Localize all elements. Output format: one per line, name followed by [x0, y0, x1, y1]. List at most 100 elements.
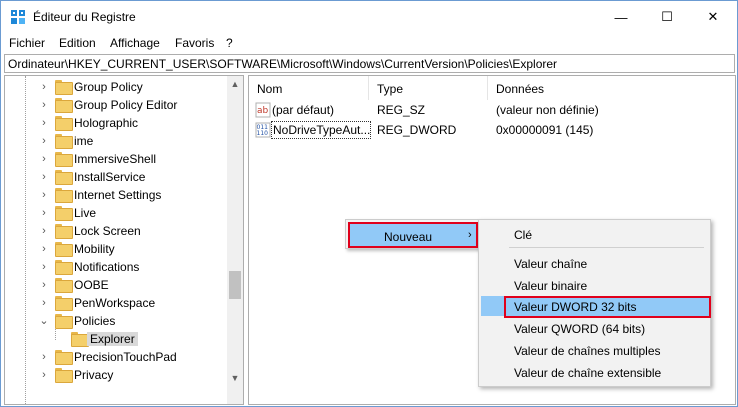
menu-separator [509, 247, 704, 248]
chevron-right-icon[interactable]: › [39, 297, 49, 309]
tree-item-label: ime [74, 134, 94, 148]
new-submenu: Clé Valeur chaîne Valeur binaire Valeur … [478, 219, 711, 387]
tree-item[interactable]: › OOBE [5, 276, 227, 294]
chevron-right-icon[interactable]: › [39, 189, 49, 201]
tree-item[interactable]: › Live [5, 204, 227, 222]
menu-edition[interactable]: Edition [59, 36, 96, 50]
menu-favoris[interactable]: Favoris [175, 36, 214, 50]
string-value-icon: ab [255, 102, 271, 118]
folder-icon [55, 134, 73, 149]
tree-item[interactable]: › Group Policy Editor [5, 96, 227, 114]
tree-item[interactable]: › InstallService [5, 168, 227, 186]
chevron-right-icon[interactable]: › [39, 171, 49, 183]
folder-icon [55, 278, 73, 293]
column-header-data[interactable]: Données [488, 76, 735, 100]
tree-item[interactable]: › Holographic [5, 114, 227, 132]
context-menu-new[interactable]: Nouveau › [348, 222, 478, 248]
key-tree[interactable]: › Group Policy › Group Policy Editor › Hologr… [4, 75, 244, 405]
maximize-icon: ☐ [661, 9, 673, 24]
menu-bar: Fichier Edition Affichage Favoris ? [1, 33, 737, 53]
tree-item[interactable]: › Mobility [5, 240, 227, 258]
tree-item-label: Policies [74, 314, 116, 328]
address-bar[interactable]: Ordinateur\HKEY_CURRENT_USER\SOFTWARE\Mi… [4, 54, 735, 73]
folder-icon [55, 206, 73, 221]
chevron-right-icon[interactable]: › [39, 279, 49, 291]
minimize-icon: — [614, 9, 628, 25]
column-header-name[interactable]: Nom [249, 76, 369, 100]
menu-help[interactable]: ? [226, 36, 233, 50]
chevron-right-icon[interactable]: › [39, 225, 49, 237]
chevron-right-icon[interactable]: › [39, 243, 49, 255]
tree-item[interactable]: › Internet Settings [5, 186, 227, 204]
tree-item[interactable]: › ImmersiveShell [5, 150, 227, 168]
submenu-item-expandable-string-value[interactable]: Valeur de chaîne extensible [481, 362, 710, 382]
context-menu-new-label: Nouveau [384, 230, 433, 244]
close-button[interactable]: ✕ [690, 1, 736, 33]
submenu-item-label: Valeur de chaînes multiples [514, 344, 661, 358]
submenu-item-dword-value[interactable]: Valeur DWORD 32 bits [481, 296, 711, 318]
tree-item[interactable]: › Lock Screen [5, 222, 227, 240]
folder-icon [55, 80, 73, 95]
folder-icon [55, 296, 73, 311]
tree-item-label: InstallService [74, 170, 146, 184]
folder-icon [55, 368, 73, 383]
folder-icon [55, 314, 73, 329]
chevron-right-icon[interactable]: › [39, 117, 49, 129]
maximize-button[interactable]: ☐ [644, 1, 690, 33]
minimize-button[interactable]: — [598, 1, 644, 33]
scroll-down-icon[interactable]: ▼ [227, 370, 243, 386]
registry-editor-window: Éditeur du Registre — ☐ ✕ Fichier Editio… [0, 0, 738, 407]
chevron-down-icon[interactable]: ⌄ [39, 315, 49, 327]
submenu-item-label: Valeur binaire [514, 279, 588, 293]
value-data: 0x00000091 (145) [496, 123, 594, 137]
folder-icon [55, 98, 73, 113]
tree-item-label: Group Policy Editor [74, 98, 178, 112]
registry-editor-icon [11, 10, 25, 24]
tree-item-label: Privacy [74, 368, 114, 382]
tree-item[interactable]: › PrecisionTouchPad [5, 348, 227, 366]
column-header-data-label: Données [496, 82, 545, 96]
chevron-right-icon[interactable]: › [39, 207, 49, 219]
submenu-item-string-value[interactable]: Valeur chaîne [481, 253, 710, 273]
menu-fichier[interactable]: Fichier [9, 36, 45, 50]
tree-item-label: Lock Screen [74, 224, 141, 238]
value-name: (par défaut) [272, 103, 335, 117]
submenu-item-binary-value[interactable]: Valeur binaire [481, 275, 710, 295]
chevron-right-icon[interactable]: › [39, 81, 49, 93]
tree-item-label: Live [74, 206, 97, 220]
tree-item-label: ImmersiveShell [74, 152, 157, 166]
submenu-item-label: Valeur de chaîne extensible [514, 366, 662, 380]
tree-item-label: PenWorkspace [74, 296, 156, 310]
tree-item[interactable]: › Notifications [5, 258, 227, 276]
menu-affichage[interactable]: Affichage [110, 36, 160, 50]
column-header-type[interactable]: Type [369, 76, 488, 100]
chevron-right-icon[interactable]: › [39, 261, 49, 273]
chevron-right-icon[interactable]: › [39, 369, 49, 381]
value-row[interactable]: 011 110 NoDriveTypeAut... REG_DWORD 0x00… [249, 121, 735, 139]
submenu-item-qword-value[interactable]: Valeur QWORD (64 bits) [481, 318, 710, 338]
submenu-item-multi-string-value[interactable]: Valeur de chaînes multiples [481, 340, 710, 360]
tree-item[interactable]: ⌄ Policies [5, 312, 227, 330]
tree-item[interactable]: › PenWorkspace [5, 294, 227, 312]
submenu-item-key[interactable]: Clé [481, 224, 710, 244]
tree-scrollbar[interactable]: ▲ ▼ [227, 76, 243, 404]
tree-item[interactable]: Explorer [5, 330, 227, 348]
scroll-up-icon[interactable]: ▲ [227, 76, 243, 92]
tree-item[interactable]: › Privacy [5, 366, 227, 384]
chevron-right-icon[interactable]: › [39, 135, 49, 147]
address-path: Ordinateur\HKEY_CURRENT_USER\SOFTWARE\Mi… [8, 57, 558, 71]
tree-item[interactable]: › ime [5, 132, 227, 150]
svg-text:110: 110 [257, 130, 269, 137]
tree-item-label: Explorer [87, 332, 138, 346]
chevron-right-icon[interactable]: › [39, 153, 49, 165]
tree-scroll-thumb[interactable] [229, 271, 241, 299]
tree-item[interactable]: › Group Policy [5, 78, 227, 96]
tree-item-label: Mobility [74, 242, 115, 256]
value-row[interactable]: ab (par défaut) REG_SZ (valeur non défin… [249, 101, 735, 119]
chevron-right-icon[interactable]: › [39, 351, 49, 363]
tree-item-label: Notifications [74, 260, 140, 274]
svg-text:ab: ab [257, 106, 269, 116]
chevron-right-icon[interactable]: › [39, 99, 49, 111]
column-header-name-label: Nom [257, 82, 283, 96]
folder-icon [55, 224, 73, 239]
